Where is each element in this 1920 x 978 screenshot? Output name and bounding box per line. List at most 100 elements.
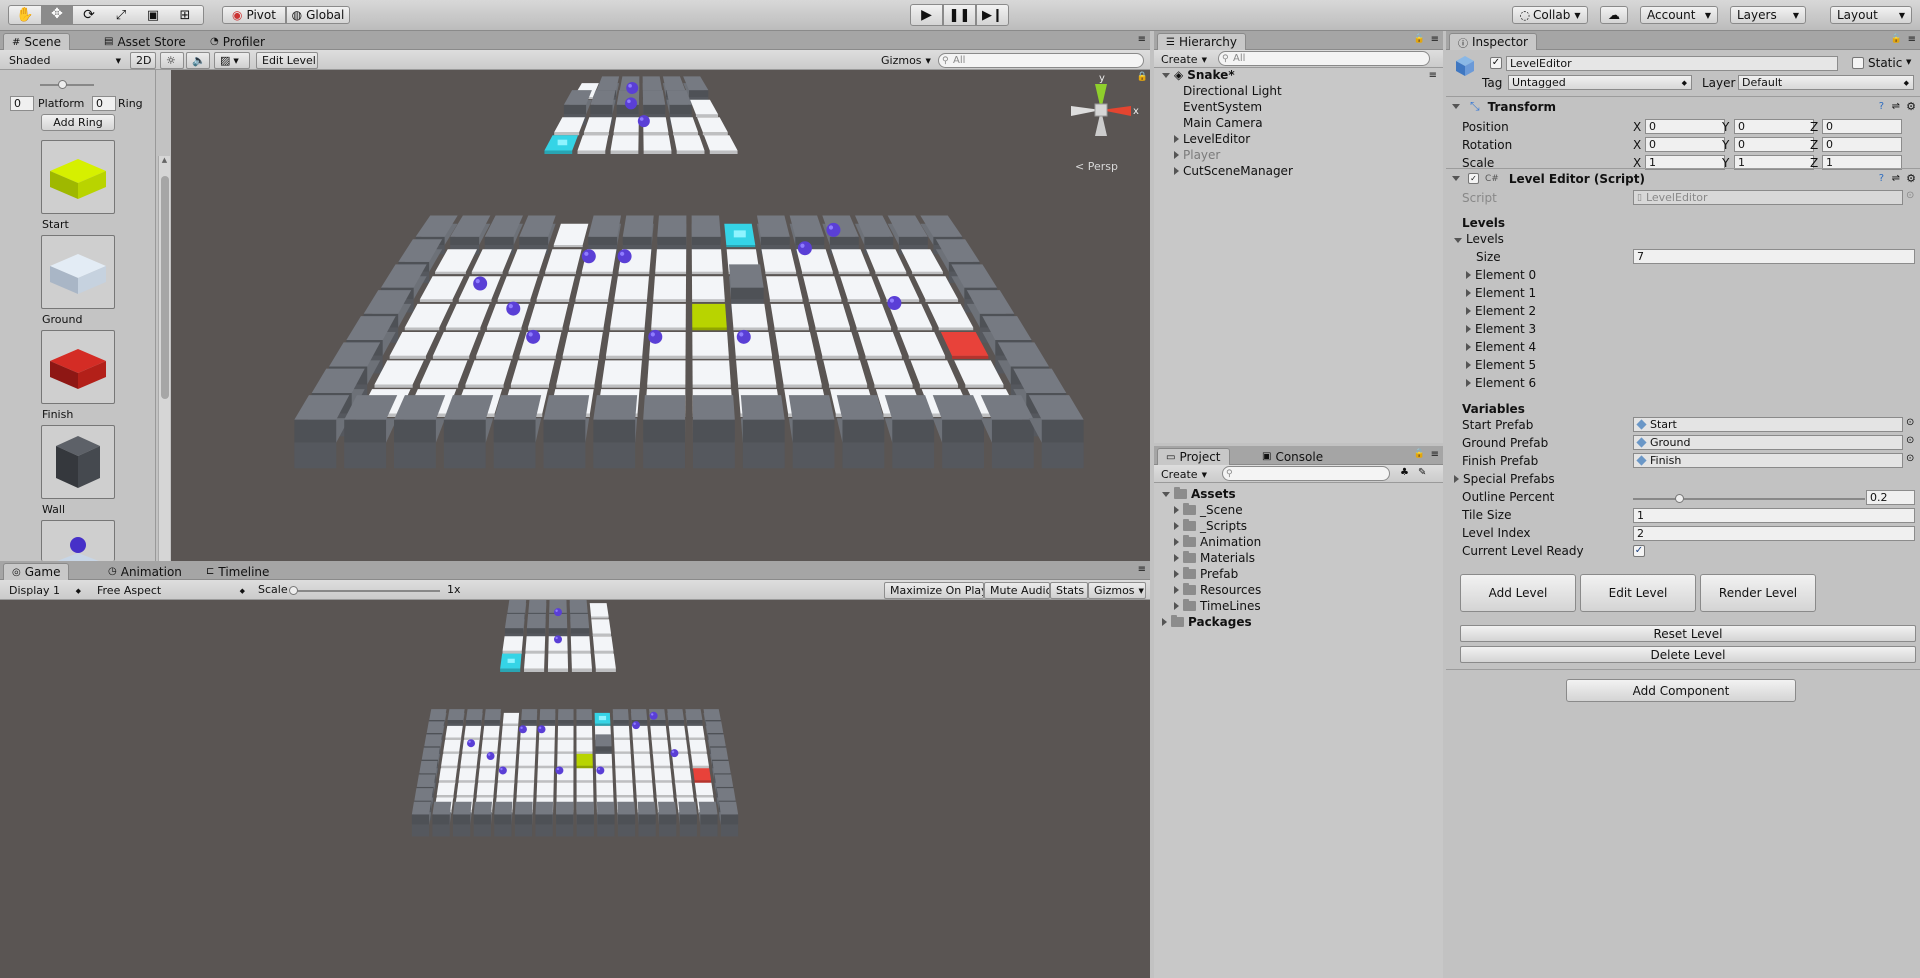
expand-arrow-icon[interactable] <box>1174 135 1179 143</box>
expand-arrow-icon[interactable] <box>1466 379 1471 387</box>
hierarchy-item[interactable]: CutSceneManager <box>1154 163 1443 179</box>
outline-percent-slider[interactable] <box>1633 494 1865 503</box>
level-element-foldout[interactable]: Element 5 <box>1466 358 1536 372</box>
object-picker-icon[interactable]: ⊙ <box>1906 190 1914 201</box>
rect-tool-icon[interactable]: ▣ <box>137 8 169 23</box>
ring-count-field[interactable]: 0 <box>92 96 116 111</box>
object-picker-icon[interactable]: ⊙ <box>1906 453 1914 464</box>
expand-arrow-icon[interactable] <box>1174 151 1179 159</box>
slider-thumb[interactable] <box>1675 494 1685 503</box>
expand-arrow-icon[interactable] <box>1466 361 1471 369</box>
palette-scrollbar-track[interactable]: ▲ <box>158 156 170 561</box>
expand-arrow-icon[interactable] <box>1466 325 1471 333</box>
display-dropdown[interactable]: Display 1 ◆ <box>4 582 86 599</box>
project-folder-item[interactable]: _Scene <box>1154 502 1443 518</box>
expand-arrow-icon[interactable] <box>1466 289 1471 297</box>
panel-menu-icon[interactable]: ≡ <box>1138 564 1146 575</box>
settings-gear-icon[interactable]: ⚙ <box>1906 100 1916 113</box>
expand-arrow-icon[interactable] <box>1174 506 1179 514</box>
pause-button[interactable]: ❚❚ <box>943 4 976 26</box>
project-folder-item[interactable]: Animation <box>1154 534 1443 550</box>
transform-x-input[interactable]: 0 <box>1645 119 1725 134</box>
transform-tool-icon[interactable]: ⊞ <box>169 8 201 23</box>
level-index-input[interactable]: 2 <box>1633 526 1915 541</box>
global-button[interactable]: ◍ Global <box>286 6 350 24</box>
transform-z-input[interactable]: 0 <box>1822 137 1902 152</box>
expand-arrow-icon[interactable] <box>1174 570 1179 578</box>
levels-size-input[interactable]: 7 <box>1633 249 1915 264</box>
play-button[interactable]: ▶ <box>910 4 943 26</box>
transform-y-input[interactable]: 0 <box>1734 137 1814 152</box>
tab-timeline[interactable]: ⊏ Timeline <box>198 563 277 580</box>
add-component-button[interactable]: Add Component <box>1566 679 1796 702</box>
static-checkbox[interactable] <box>1852 57 1864 69</box>
level-editor-script-header[interactable]: ✓ C# Level Editor (Script) ? ⇌ ⚙ <box>1446 168 1920 188</box>
expand-arrow-icon[interactable] <box>1162 618 1167 626</box>
transform-x-input[interactable]: 0 <box>1645 137 1725 152</box>
hierarchy-item[interactable]: EventSystem <box>1154 99 1443 115</box>
start-prefab-thumb[interactable] <box>41 140 115 214</box>
expand-arrow-icon[interactable] <box>1454 475 1459 483</box>
mute-audio-toggle[interactable]: Mute Audio <box>984 582 1050 599</box>
scene-search-input[interactable]: ⚲ All <box>938 53 1144 68</box>
cloud-button[interactable]: ☁ <box>1600 6 1628 24</box>
aspect-dropdown[interactable]: Free Aspect ◆ <box>92 582 250 599</box>
expand-arrow-icon[interactable] <box>1174 602 1179 610</box>
scale-tool-icon[interactable]: ⤢ <box>105 8 137 23</box>
panel-menu-icon[interactable]: ≡ <box>1431 34 1439 45</box>
project-folder-item[interactable]: _Scripts <box>1154 518 1443 534</box>
expand-arrow-icon[interactable] <box>1454 238 1462 243</box>
inspector-lock-icon[interactable]: 🔒 <box>1891 34 1902 44</box>
scroll-up-icon[interactable]: ▲ <box>159 156 170 164</box>
hierarchy-item[interactable]: LevelEditor <box>1154 131 1443 147</box>
panel-menu-icon[interactable]: ≡ <box>1138 34 1146 45</box>
wall-prefab-thumb[interactable] <box>41 425 115 499</box>
expand-arrow-icon[interactable] <box>1452 176 1460 181</box>
tab-animation[interactable]: ◷ Animation <box>100 563 190 580</box>
level-element-foldout[interactable]: Element 0 <box>1466 268 1536 282</box>
game-gizmos-dropdown[interactable]: Gizmos ▼ <box>1088 582 1146 599</box>
layout-dropdown[interactable]: Layout ▼ <box>1830 6 1912 24</box>
panel-menu-icon[interactable]: ≡ <box>1431 449 1439 460</box>
script-enabled-checkbox[interactable]: ✓ <box>1468 173 1479 184</box>
assets-root-row[interactable]: Assets <box>1154 486 1443 502</box>
hierarchy-item[interactable]: Directional Light <box>1154 83 1443 99</box>
tab-game[interactable]: ◎ Game <box>3 563 70 580</box>
packages-root-row[interactable]: Packages <box>1154 614 1443 630</box>
finish-prefab-thumb[interactable] <box>41 330 115 404</box>
tab-console[interactable]: ▣ Console <box>1254 448 1331 465</box>
project-folder-item[interactable]: Prefab <box>1154 566 1443 582</box>
expand-arrow-icon[interactable] <box>1466 307 1471 315</box>
gameobject-active-checkbox[interactable]: ✓ <box>1490 57 1502 69</box>
add-ring-button[interactable]: Add Ring <box>41 114 115 131</box>
audio-toggle[interactable]: 🔈 <box>186 52 210 69</box>
tile-size-input[interactable]: 1 <box>1633 508 1915 523</box>
expand-arrow-icon[interactable] <box>1174 586 1179 594</box>
edit-level-button[interactable]: Edit Level <box>256 52 318 69</box>
rotate-tool-icon[interactable]: ⟳ <box>73 7 105 23</box>
expand-arrow-icon[interactable] <box>1452 104 1460 109</box>
reset-level-button[interactable]: Reset Level <box>1460 625 1916 642</box>
orientation-gizmo[interactable]: y x <box>1061 72 1141 152</box>
render-level-button[interactable]: Render Level <box>1700 574 1816 612</box>
hierarchy-search-input[interactable]: ⚲ All <box>1218 51 1430 66</box>
scene-root-row[interactable]: ◈ Snake* ≡ <box>1154 67 1443 83</box>
static-dropdown-icon[interactable]: ▼ <box>1906 58 1911 66</box>
hierarchy-item[interactable]: Main Camera <box>1154 115 1443 131</box>
levels-foldout[interactable]: Levels <box>1454 232 1504 246</box>
finish-prefab-field[interactable]: Finish <box>1633 453 1903 468</box>
maximize-on-play-toggle[interactable]: Maximize On Play <box>884 582 984 599</box>
help-icon[interactable]: ? <box>1879 101 1884 112</box>
preset-icon[interactable]: ⇌ <box>1892 101 1900 112</box>
expand-arrow-icon[interactable] <box>1466 271 1471 279</box>
platform-count-field[interactable]: 0 <box>10 96 34 111</box>
pivot-button[interactable]: ◉ Pivot <box>222 6 286 24</box>
help-icon[interactable]: ? <box>1879 173 1884 184</box>
step-button[interactable]: ▶❙ <box>976 4 1009 26</box>
expand-arrow-icon[interactable] <box>1162 491 1170 497</box>
expand-arrow-icon[interactable] <box>1174 522 1179 530</box>
hierarchy-lock-icon[interactable]: 🔒 <box>1414 34 1425 44</box>
level-element-foldout[interactable]: Element 1 <box>1466 286 1536 300</box>
collab-button[interactable]: ◌ Collab ▼ <box>1512 6 1588 24</box>
ground-prefab-thumb[interactable] <box>41 235 115 309</box>
